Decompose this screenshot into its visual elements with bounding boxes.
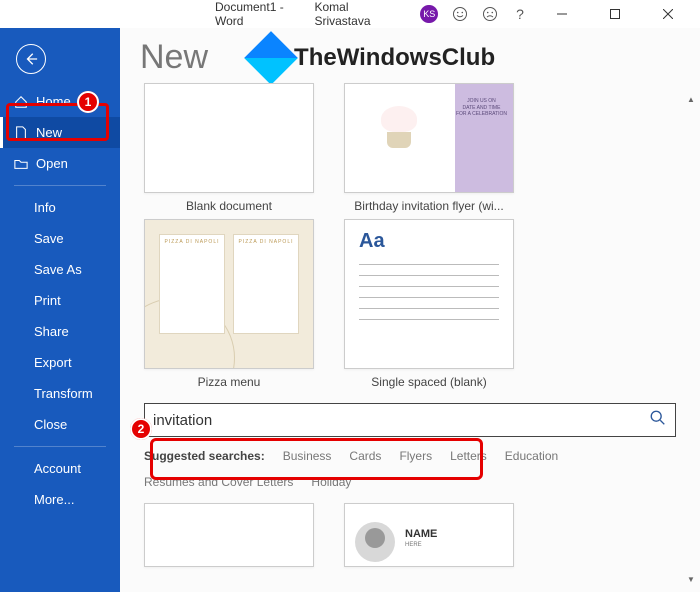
suggest-holiday[interactable]: Holiday <box>311 475 351 489</box>
vertical-scrollbar[interactable]: ▲ ▼ <box>684 92 698 586</box>
sidebar-item-print[interactable]: Print <box>0 285 120 316</box>
template-label: Pizza menu <box>144 375 314 389</box>
suggest-business[interactable]: Business <box>283 449 332 463</box>
help-icon[interactable]: ? <box>512 6 528 22</box>
sidebar-item-new[interactable]: New <box>0 117 120 148</box>
sidebar-item-info[interactable]: Info <box>0 192 120 223</box>
home-icon <box>14 95 28 109</box>
template-label: Blank document <box>144 199 314 213</box>
minimize-button[interactable] <box>542 0 581 28</box>
titlebar: Document1 - Word Komal Srivastava KS ? <box>0 0 700 28</box>
search-box[interactable] <box>144 403 676 437</box>
sidebar-item-home[interactable]: Home <box>0 86 120 117</box>
sidebar-item-account[interactable]: Account <box>0 453 120 484</box>
sidebar-item-open[interactable]: Open <box>0 148 120 179</box>
suggest-education[interactable]: Education <box>505 449 558 463</box>
sidebar-item-save[interactable]: Save <box>0 223 120 254</box>
back-button[interactable] <box>16 44 46 74</box>
document-title: Document1 - Word <box>215 0 314 28</box>
suggest-label: Suggested searches: <box>144 449 265 463</box>
suggest-letters[interactable]: Letters <box>450 449 487 463</box>
template-birthday-invitation[interactable]: JOIN US ON DATE AND TIME FOR A CELEBRATI… <box>344 83 514 213</box>
user-name[interactable]: Komal Srivastava <box>314 0 406 28</box>
template-single-spaced[interactable]: Aa Single spaced (blank) <box>344 219 514 389</box>
sidebar-separator <box>14 185 106 186</box>
main-panel: New TheWindowsClub Blank document JOIN U… <box>120 28 700 592</box>
template-result[interactable] <box>144 503 314 567</box>
close-window-button[interactable] <box>649 0 688 28</box>
open-folder-icon <box>14 157 28 171</box>
template-label: Birthday invitation flyer (wi... <box>344 199 514 213</box>
sidebar-label: Home <box>36 94 71 109</box>
annotation-badge-1: 1 <box>77 91 99 113</box>
sidebar-item-export[interactable]: Export <box>0 347 120 378</box>
suggest-cards[interactable]: Cards <box>349 449 381 463</box>
annotation-badge-2: 2 <box>130 418 152 440</box>
template-blank-document[interactable]: Blank document <box>144 83 314 213</box>
sidebar-item-more[interactable]: More... <box>0 484 120 515</box>
user-avatar-badge[interactable]: KS <box>420 5 438 23</box>
search-icon[interactable] <box>649 409 667 432</box>
maximize-button[interactable] <box>595 0 634 28</box>
sidebar-label: New <box>36 125 62 140</box>
suggested-searches: Suggested searches: Business Cards Flyer… <box>120 443 700 495</box>
template-label: Single spaced (blank) <box>344 375 514 389</box>
sidebar-item-share[interactable]: Share <box>0 316 120 347</box>
search-input[interactable] <box>153 412 649 429</box>
template-result-name-card[interactable]: NAME HERE <box>344 503 514 567</box>
template-search <box>144 403 676 437</box>
sidebar-item-transform[interactable]: Transform <box>0 378 120 409</box>
suggest-resumes[interactable]: Resumes and Cover Letters <box>144 475 293 489</box>
thumb-text: JOIN US ON DATE AND TIME FOR A CELEBRATI… <box>456 98 507 118</box>
suggest-flyers[interactable]: Flyers <box>399 449 432 463</box>
sidebar-item-close[interactable]: Close <box>0 409 120 440</box>
sidebar-separator <box>14 446 106 447</box>
brand-overlay: TheWindowsClub <box>252 39 495 77</box>
sidebar-item-saveas[interactable]: Save As <box>0 254 120 285</box>
smiley-icon[interactable] <box>452 6 468 22</box>
brand-logo-icon <box>244 31 298 85</box>
new-doc-icon <box>14 126 28 140</box>
scroll-down-icon[interactable]: ▼ <box>687 572 695 586</box>
frown-icon[interactable] <box>482 6 498 22</box>
backstage-sidebar: Home New Open Info Save Save As Print Sh… <box>0 28 120 592</box>
page-title: New <box>140 38 208 77</box>
template-pizza-menu[interactable]: PIZZA DI NAPOLI PIZZA DI NAPOLI Pizza me… <box>144 219 314 389</box>
sidebar-label: Open <box>36 156 68 171</box>
scroll-up-icon[interactable]: ▲ <box>687 92 695 106</box>
brand-text: TheWindowsClub <box>294 44 495 72</box>
